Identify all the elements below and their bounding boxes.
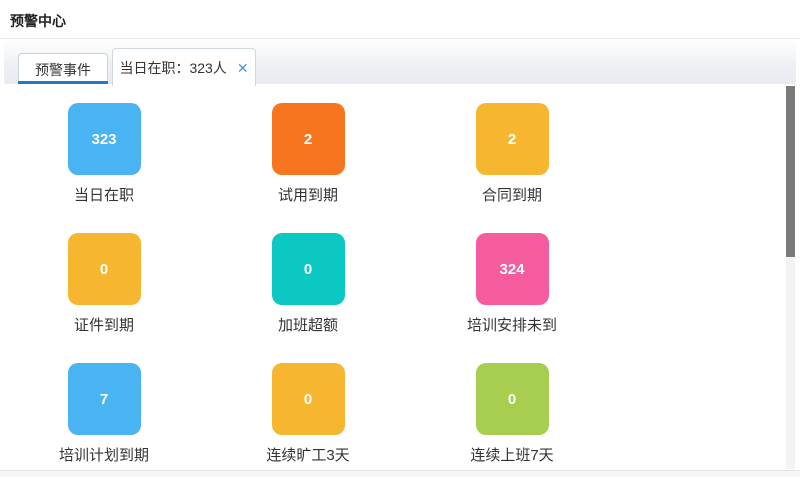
tab-warning-events[interactable]: 预警事件 bbox=[18, 53, 108, 85]
warning-tile[interactable]: 2 合同到期 bbox=[442, 103, 582, 205]
warning-tile[interactable]: 0 证件到期 bbox=[34, 233, 174, 335]
warning-tile[interactable]: 2 试用到期 bbox=[238, 103, 378, 205]
tile-label: 加班超额 bbox=[278, 314, 338, 335]
page-title: 预警中心 bbox=[10, 11, 66, 31]
tab-on-duty-today-label: 当日在职：323人 bbox=[119, 58, 226, 78]
window-header: 预警中心 bbox=[0, 0, 800, 39]
tile-count-box[interactable]: 0 bbox=[68, 233, 141, 305]
warning-tile[interactable]: 0 加班超额 bbox=[238, 233, 378, 335]
tile-label: 连续旷工3天 bbox=[266, 444, 349, 465]
tile-label: 试用到期 bbox=[278, 184, 338, 205]
tile-label: 证件到期 bbox=[74, 314, 134, 335]
warning-tile[interactable]: 323 当日在职 bbox=[34, 103, 174, 205]
warning-tile[interactable]: 7 培训计划到期 bbox=[34, 363, 174, 465]
tile-label: 合同到期 bbox=[482, 184, 542, 205]
warning-tile[interactable]: 0 连续旷工3天 bbox=[238, 363, 378, 465]
close-icon[interactable]: ✕ bbox=[237, 61, 249, 75]
tile-label: 培训计划到期 bbox=[59, 444, 149, 465]
tab-strip: 预警事件 当日在职：323人 ✕ bbox=[4, 40, 796, 85]
scrollbar-thumb[interactable] bbox=[786, 86, 795, 257]
tile-count-box[interactable]: 2 bbox=[476, 103, 549, 175]
warning-panel: 323 当日在职 2 试用到期 2 合同到期 0 证件到期 0 加班超额 324 培训安排未到 7 培训计… bbox=[0, 84, 800, 470]
tile-grid: 323 当日在职 2 试用到期 2 合同到期 0 证件到期 0 加班超额 324 培训安排未到 7 培训计… bbox=[0, 84, 800, 465]
tile-count-box[interactable]: 2 bbox=[272, 103, 345, 175]
tile-label: 当日在职 bbox=[74, 184, 134, 205]
tile-count-box[interactable]: 0 bbox=[476, 363, 549, 435]
warning-tile[interactable]: 324 培训安排未到 bbox=[442, 233, 582, 335]
tile-count-box[interactable]: 324 bbox=[476, 233, 549, 305]
warning-tile[interactable]: 0 连续上班7天 bbox=[442, 363, 582, 465]
tab-on-duty-today[interactable]: 当日在职：323人 ✕ bbox=[112, 48, 256, 86]
tile-count-box[interactable]: 7 bbox=[68, 363, 141, 435]
tile-count-box[interactable]: 323 bbox=[68, 103, 141, 175]
bottom-edge-strip bbox=[0, 470, 800, 477]
tile-count-box[interactable]: 0 bbox=[272, 233, 345, 305]
tile-count-box[interactable]: 0 bbox=[272, 363, 345, 435]
vertical-scrollbar[interactable] bbox=[786, 86, 795, 469]
tile-label: 连续上班7天 bbox=[470, 444, 553, 465]
tile-label: 培训安排未到 bbox=[467, 314, 557, 335]
tab-warning-events-label: 预警事件 bbox=[35, 60, 91, 80]
